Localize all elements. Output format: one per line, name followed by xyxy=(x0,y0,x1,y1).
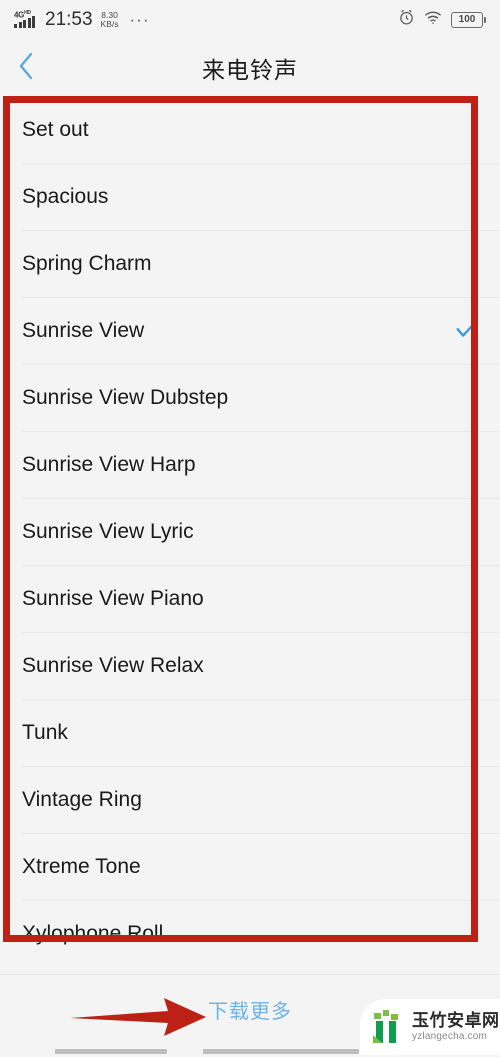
ringtone-name: Sunrise View Dubstep xyxy=(22,385,229,409)
ringtone-row[interactable]: Spacious xyxy=(0,163,500,230)
check-icon xyxy=(454,320,476,342)
ringtone-name: Set out xyxy=(22,117,89,141)
battery-icon: 100 xyxy=(451,12,486,28)
ringtone-name: Spacious xyxy=(22,184,109,208)
ringtone-name: Sunrise View Harp xyxy=(22,452,196,476)
site-watermark: 玉竹安卓网 yzlangecha.com xyxy=(360,999,500,1055)
status-clock: 21:53 xyxy=(45,9,93,30)
ringtone-list-area[interactable]: Set out Spacious Spring Charm Sunrise View S… xyxy=(0,96,500,974)
ringtone-name: Vintage Ring xyxy=(22,787,142,811)
signal-bars xyxy=(14,16,35,28)
ringtone-row[interactable]: Vintage Ring xyxy=(0,766,500,833)
ringtone-name: Spring Charm xyxy=(22,251,152,275)
ringtone-row[interactable]: Sunrise View Harp xyxy=(0,431,500,498)
network-speed: 8.30 KB/s xyxy=(101,11,119,29)
battery-level-label: 100 xyxy=(458,14,476,25)
status-bar-right: 100 xyxy=(398,9,486,31)
ringtone-name: Tunk xyxy=(22,720,68,744)
ringtone-name: Xtreme Tone xyxy=(22,854,141,878)
status-bar: 4GHD 21:53 8.30 KB/s ··· 100 xyxy=(0,0,500,40)
alarm-clock-icon xyxy=(398,9,415,31)
ringtone-row[interactable]: Tunk xyxy=(0,699,500,766)
ringtone-name: Sunrise View xyxy=(22,318,145,342)
watermark-logo-icon xyxy=(373,1010,398,1043)
status-bar-left: 4GHD 21:53 8.30 KB/s ··· xyxy=(14,9,398,31)
ringtone-row[interactable]: Xylophone Roll xyxy=(0,900,500,967)
nav-home-indicator[interactable] xyxy=(203,1049,359,1054)
ringtone-row[interactable]: Sunrise View Dubstep xyxy=(0,364,500,431)
status-overflow-icon: ··· xyxy=(129,10,150,29)
nav-back-indicator[interactable] xyxy=(55,1049,167,1054)
page-title: 来电铃声 xyxy=(202,57,298,83)
ringtone-row[interactable]: Sunrise View xyxy=(0,297,500,364)
signal-strength-icon: 4GHD xyxy=(14,10,38,30)
ringtone-row[interactable]: Xtreme Tone xyxy=(0,833,500,900)
download-more-link[interactable]: 下载更多 xyxy=(208,995,292,1024)
ringtone-row[interactable]: Spring Charm xyxy=(0,230,500,297)
ringtone-row[interactable]: Sunrise View Relax xyxy=(0,632,500,699)
ringtone-name: Sunrise View Relax xyxy=(22,653,204,677)
ringtone-row[interactable]: Sunrise View Piano xyxy=(0,565,500,632)
ringtone-row[interactable]: Set out xyxy=(0,96,500,163)
network-speed-unit: KB/s xyxy=(100,19,119,29)
ringtone-name: Sunrise View Piano xyxy=(22,586,204,610)
ringtone-row[interactable]: Sunrise View Lyric xyxy=(0,498,500,565)
ringtone-list[interactable]: Set out Spacious Spring Charm Sunrise View S… xyxy=(0,96,500,967)
watermark-site-name: 玉竹安卓网 xyxy=(412,1011,500,1030)
ringtone-name: Sunrise View Lyric xyxy=(22,519,194,543)
wifi-icon xyxy=(424,10,442,30)
ringtone-name: Xylophone Roll xyxy=(22,921,164,945)
watermark-site-url: yzlangecha.com xyxy=(412,1031,488,1042)
title-bar: 来电铃声 xyxy=(0,40,500,96)
